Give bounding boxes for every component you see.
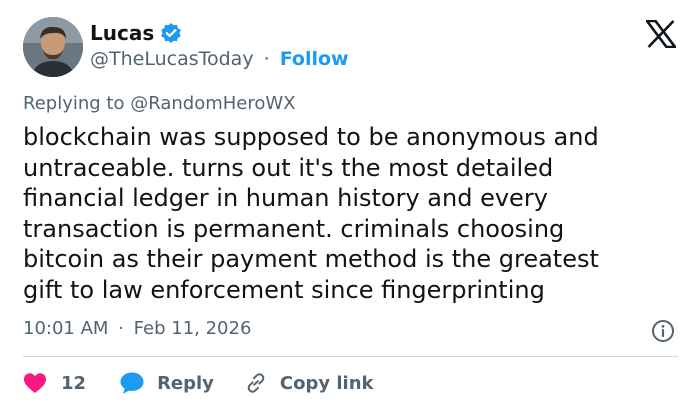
divider xyxy=(23,356,678,357)
verified-badge-icon xyxy=(160,22,182,44)
follow-button[interactable]: Follow xyxy=(280,48,349,70)
copy-link-button[interactable]: Copy link xyxy=(244,371,374,395)
replying-to-prefix: Replying to xyxy=(23,93,125,114)
tweet-text: blockchain was supposed to be anonymous … xyxy=(23,123,599,304)
timestamp[interactable]: 10:01 AM · Feb 11, 2026 xyxy=(23,318,251,339)
replying-to-mention[interactable]: @RandomHeroWX xyxy=(130,93,295,114)
replying-to: Replying to @RandomHeroWX xyxy=(23,93,296,114)
reply-label: Reply xyxy=(157,372,214,394)
handle-row: @TheLucasToday · Follow xyxy=(90,48,349,70)
author-handle[interactable]: @TheLucasToday xyxy=(90,48,254,70)
reply-button[interactable]: Reply xyxy=(119,371,214,395)
separator-dot: · xyxy=(118,318,124,339)
heart-icon xyxy=(24,373,46,393)
author-name[interactable]: Lucas xyxy=(90,21,154,45)
x-logo-icon[interactable] xyxy=(644,19,678,49)
action-bar: 12 Reply Copy link xyxy=(23,368,374,398)
avatar[interactable] xyxy=(23,17,83,77)
info-icon[interactable] xyxy=(651,319,675,343)
copy-link-label: Copy link xyxy=(279,372,374,394)
like-count: 12 xyxy=(61,372,87,394)
like-button[interactable]: 12 xyxy=(23,372,86,394)
reply-bubble-icon xyxy=(120,372,144,394)
tweet-card: Lucas @TheLucasToday · Follow Replying t… xyxy=(0,0,700,410)
separator-dot: · xyxy=(263,48,270,70)
author-row: Lucas xyxy=(90,20,182,46)
link-icon xyxy=(247,373,265,393)
tweet-date[interactable]: Feb 11, 2026 xyxy=(134,318,252,339)
tweet-time[interactable]: 10:01 AM xyxy=(23,318,108,339)
